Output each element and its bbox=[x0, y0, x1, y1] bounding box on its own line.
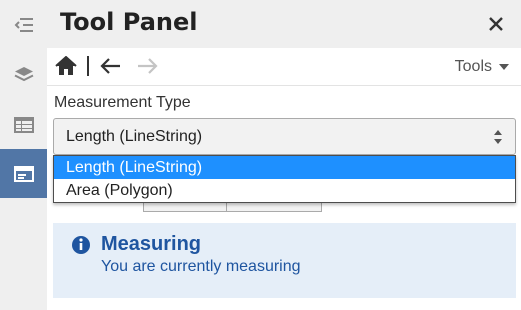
back-button[interactable] bbox=[99, 57, 121, 75]
panel-body: Tools Measurement Type Length (LineStrin… bbox=[47, 48, 521, 310]
layers-button[interactable] bbox=[0, 50, 47, 99]
collapse-arrow-icon bbox=[14, 17, 33, 32]
tool-panel-button[interactable] bbox=[0, 149, 47, 198]
panel-nav: Tools bbox=[47, 48, 521, 86]
table-button[interactable] bbox=[0, 100, 47, 149]
info-alert: Measuring You are currently measuring bbox=[53, 223, 516, 298]
alert-title: Measuring bbox=[101, 233, 202, 255]
close-icon bbox=[489, 17, 503, 31]
caret-down-icon bbox=[499, 64, 509, 70]
home-icon bbox=[55, 55, 77, 75]
measurement-type-value: Length (LineString) bbox=[66, 128, 203, 145]
info-icon bbox=[72, 236, 90, 254]
close-button[interactable] bbox=[486, 14, 506, 34]
side-rail bbox=[0, 0, 47, 310]
panel-header: Tool Panel bbox=[47, 0, 521, 48]
arrow-right-icon bbox=[138, 58, 158, 74]
panel-title: Tool Panel bbox=[60, 8, 198, 36]
option-length[interactable]: Length (LineString) bbox=[54, 156, 515, 179]
measurement-type-select[interactable]: Length (LineString) bbox=[53, 118, 516, 155]
layers-icon bbox=[14, 66, 33, 81]
measurement-type-options: Length (LineString) Area (Polygon) bbox=[53, 155, 516, 203]
tools-menu[interactable]: Tools bbox=[455, 58, 509, 76]
home-button[interactable] bbox=[55, 55, 77, 76]
select-sort-icon bbox=[494, 130, 502, 144]
option-area[interactable]: Area (Polygon) bbox=[54, 179, 515, 202]
tool-panel-icon bbox=[13, 165, 34, 182]
table-icon bbox=[13, 116, 34, 133]
forward-button[interactable] bbox=[137, 57, 159, 75]
alert-message: You are currently measuring bbox=[101, 258, 301, 275]
nav-divider bbox=[87, 56, 89, 76]
measurement-type-label: Measurement Type bbox=[54, 94, 191, 111]
arrow-left-icon bbox=[100, 58, 120, 74]
collapse-panel-button[interactable] bbox=[0, 0, 47, 49]
tools-menu-label: Tools bbox=[454, 58, 492, 75]
